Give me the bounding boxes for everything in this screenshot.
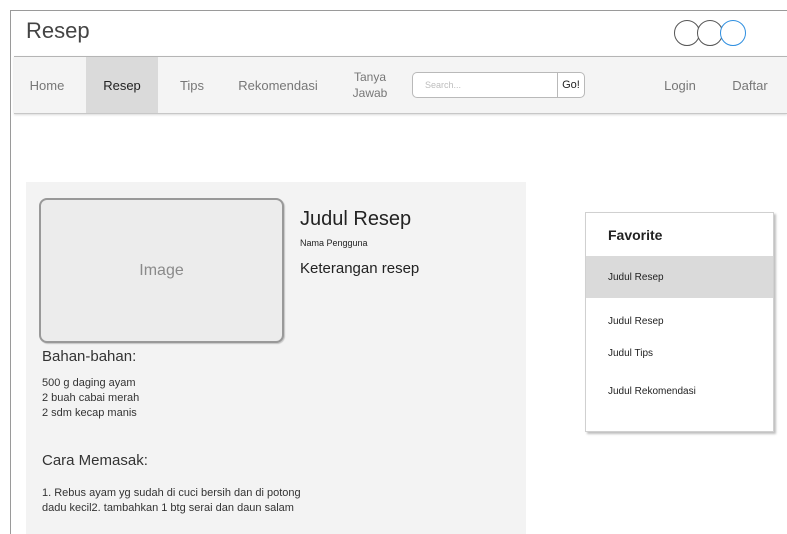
nav-tanya-line1: Tanya	[353, 70, 387, 84]
nav-tanya-line2: Jawab	[352, 86, 388, 100]
favorite-item[interactable]: Judul Tips	[586, 343, 773, 363]
nav-resep[interactable]: Resep	[86, 57, 158, 113]
nav-tips[interactable]: Tips	[164, 57, 220, 113]
favorite-panel: Favorite Judul Resep Judul Resep Judul T…	[585, 212, 774, 432]
nav-login[interactable]: Login	[650, 57, 710, 113]
ingredient-item: 2 sdm kecap manis	[42, 407, 137, 419]
window-frame-left	[10, 10, 11, 534]
image-label: Image	[139, 261, 184, 279]
steps-line: dadu kecil2. tambahkan 1 btg serai dan d…	[42, 502, 294, 514]
favorite-item[interactable]: Judul Resep	[586, 256, 773, 298]
recipe-description: Keterangan resep	[300, 260, 420, 277]
nav-tanya-jawab[interactable]: Tanya Jawab	[338, 57, 402, 113]
nav-home[interactable]: Home	[14, 57, 80, 113]
ingredient-item: 2 buah cabai merah	[42, 392, 140, 404]
recipe-panel: Image Judul Resep Nama Pengguna Keterang…	[26, 182, 526, 534]
window-frame-top	[10, 10, 787, 11]
steps-line: 1. Rebus ayam yg sudah di cuci bersih da…	[42, 487, 301, 499]
favorite-item[interactable]: Judul Resep	[586, 311, 773, 331]
ingredients-heading: Bahan-bahan:	[42, 348, 137, 365]
favorite-title: Favorite	[608, 227, 663, 243]
circle-icon[interactable]	[720, 20, 746, 46]
main-navbar: Home Resep Tips Rekomendasi Tanya Jawab …	[14, 56, 787, 114]
app-title: Resep	[26, 18, 90, 43]
recipe-image-placeholder: Image	[39, 198, 284, 343]
favorite-item[interactable]: Judul Rekomendasi	[586, 381, 773, 401]
search-input[interactable]	[412, 72, 557, 98]
ingredients-list: 500 g daging ayam 2 buah cabai merah 2 s…	[42, 376, 139, 421]
nav-rekomendasi[interactable]: Rekomendasi	[226, 57, 330, 113]
nav-daftar[interactable]: Daftar	[720, 57, 780, 113]
recipe-user: Nama Pengguna	[300, 238, 368, 248]
steps-text: 1. Rebus ayam yg sudah di cuci bersih da…	[42, 486, 412, 516]
steps-heading: Cara Memasak:	[42, 452, 148, 469]
ingredient-item: 500 g daging ayam	[42, 377, 136, 389]
recipe-title: Judul Resep	[300, 208, 412, 230]
go-button[interactable]: Go!	[557, 72, 585, 98]
